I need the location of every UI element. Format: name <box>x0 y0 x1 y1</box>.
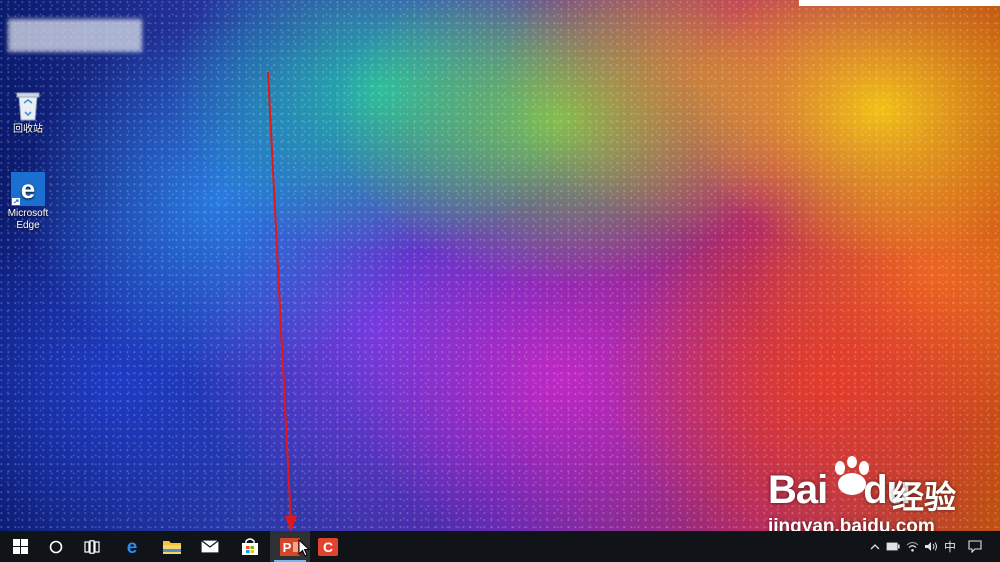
task-view-icon <box>84 539 100 554</box>
edge-taskbar-button[interactable]: e <box>112 531 152 562</box>
volume-button[interactable] <box>922 531 940 562</box>
svg-text:e: e <box>127 538 138 556</box>
task-view-button[interactable] <box>72 531 112 562</box>
network-button[interactable] <box>903 531 921 562</box>
volume-icon <box>925 542 937 551</box>
circle-search-icon <box>49 540 63 553</box>
edge-icon: e <box>127 538 138 556</box>
app-button[interactable]: C <box>308 531 348 562</box>
store-button[interactable] <box>230 531 270 562</box>
windows-logo-icon <box>12 539 28 554</box>
app-letter: C <box>323 539 333 555</box>
wifi-icon <box>906 541 918 552</box>
taskbar: e P C 中 <box>0 531 1000 562</box>
chevron-up-icon <box>870 544 880 550</box>
watermark-chinese: 经验 <box>892 479 957 515</box>
show-hidden-icons-button[interactable] <box>866 531 884 562</box>
start-button[interactable] <box>0 531 40 562</box>
file-explorer-button[interactable] <box>152 531 192 562</box>
paw-icon <box>835 456 869 495</box>
action-center-button[interactable] <box>964 531 986 562</box>
mail-button[interactable] <box>190 531 230 562</box>
red-app-icon: C <box>318 537 338 556</box>
cortana-button[interactable] <box>36 531 76 562</box>
powerpoint-letter: P <box>283 540 292 555</box>
folder-icon <box>163 541 181 554</box>
baidu-watermark: Bai du 经验 jingyan.baidu.com <box>768 454 1000 540</box>
battery-icon <box>886 542 900 551</box>
mail-icon <box>201 540 219 553</box>
watermark-logo-text: Bai <box>768 468 828 512</box>
battery-button[interactable] <box>884 531 902 562</box>
powerpoint-icon: P <box>280 537 300 556</box>
mouse-cursor-icon <box>298 539 310 557</box>
input-method-button[interactable]: 中 <box>940 531 960 562</box>
notification-icon <box>968 540 982 553</box>
store-bag-icon <box>242 538 258 555</box>
